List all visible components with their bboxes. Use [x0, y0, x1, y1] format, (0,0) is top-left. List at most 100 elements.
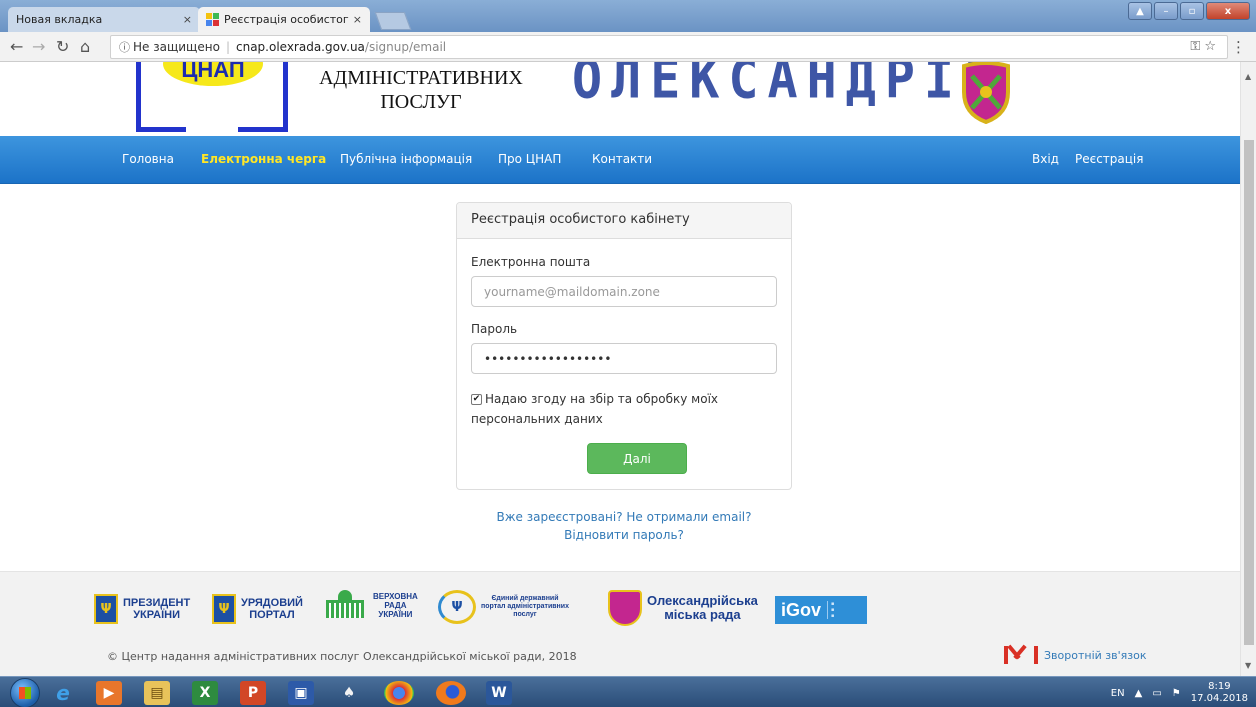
- tab-close-icon[interactable]: ×: [353, 13, 362, 26]
- page-scrollbar[interactable]: ▲ ▼: [1240, 62, 1256, 676]
- city-lettering: ОЛЕКСАНДРІЯ: [572, 62, 1003, 111]
- email-field[interactable]: [471, 276, 777, 307]
- partner-portal[interactable]: Ψ Єдиний державний портал адміністративн…: [438, 590, 569, 624]
- new-tab-button[interactable]: [374, 12, 412, 30]
- excel-icon[interactable]: X: [192, 681, 218, 705]
- nav-public-info[interactable]: Публічна інформація: [340, 152, 472, 166]
- parliament-icon: [322, 590, 368, 620]
- site-header: ЦНАП АДМІНІСТРАТИВНИХ ПОСЛУГ ОЛЕКСАНДРІЯ: [0, 62, 1240, 136]
- tab-new[interactable]: Новая вкладка ×: [8, 7, 200, 32]
- partner-city-text: Олександрійська міська рада: [647, 594, 758, 622]
- cnap-logo[interactable]: ЦНАП: [136, 62, 288, 132]
- partner-government-text: УРЯДОВИЙ ПОРТАЛ: [241, 597, 303, 621]
- partner-president-line2: УКРАЇНИ: [133, 609, 180, 621]
- browser-titlebar: Новая вкладка × Реєстрація особистого × …: [0, 0, 1256, 32]
- minimize-button[interactable]: –: [1154, 2, 1178, 20]
- nav-register[interactable]: Реєстрація: [1075, 152, 1143, 166]
- key-star-icons[interactable]: ⚿ ☆: [1190, 39, 1216, 54]
- signup-panel: Реєстрація особистого кабінету Електронн…: [456, 202, 792, 490]
- password-label: Пароль: [471, 322, 518, 336]
- partner-president-line1: ПРЕЗИДЕНТ: [123, 597, 191, 609]
- partner-president[interactable]: Ψ ПРЕЗИДЕНТ УКРАЇНИ: [94, 594, 190, 624]
- feedback-link[interactable]: Зворотній зв'язок: [1004, 644, 1146, 664]
- igov-logo: iGov ▪ ▪ ▪: [775, 596, 867, 624]
- language-indicator[interactable]: EN: [1111, 688, 1125, 699]
- coat-of-arms-icon: [962, 62, 1010, 124]
- header-subtitle-line1: АДМІНІСТРАТИВНИХ: [319, 67, 523, 89]
- main-nav: Головна Електронна черга Публічна інформ…: [0, 136, 1240, 184]
- address-path: /signup/email: [364, 40, 447, 54]
- nav-login[interactable]: Вхід: [1032, 152, 1059, 166]
- menu-icon[interactable]: ⋮: [1231, 38, 1246, 56]
- tray-expand-icon[interactable]: ▲: [1135, 688, 1143, 699]
- consent-checkbox[interactable]: ✔: [471, 394, 482, 405]
- flag-icon[interactable]: ⚑: [1172, 688, 1181, 699]
- home-icon[interactable]: ⌂: [80, 37, 90, 56]
- chrome-icon[interactable]: [384, 681, 414, 705]
- nav-queue[interactable]: Електронна черга: [201, 152, 326, 166]
- scroll-down-icon[interactable]: ▼: [1245, 661, 1251, 670]
- partner-rada-line3: УКРАЇНИ: [378, 609, 413, 619]
- logo-gap: [186, 127, 238, 132]
- firefox-icon[interactable]: [436, 681, 466, 705]
- email-label: Електронна пошта: [471, 255, 591, 269]
- partner-government-line1: УРЯДОВИЙ: [241, 597, 303, 609]
- partner-rada-text: ВЕРХОВНА РАДА УКРАЇНИ: [373, 592, 418, 619]
- partner-city[interactable]: Олександрійська міська рада: [608, 590, 758, 626]
- resend-email-link[interactable]: Вже зареєстровані? Не отримали email?: [456, 508, 792, 526]
- partner-igov[interactable]: iGov ▪ ▪ ▪: [775, 596, 867, 624]
- ie-icon[interactable]: e: [50, 681, 76, 705]
- partner-rada-line2: РАДА: [384, 600, 407, 610]
- media-player-icon[interactable]: ▶: [96, 681, 122, 705]
- consent-text: Надаю згоду на збір та обробку моїх перс…: [471, 392, 718, 426]
- solitaire-icon[interactable]: ♠: [336, 681, 362, 705]
- clock-time: 8:19: [1208, 681, 1231, 692]
- clock-date: 17.04.2018: [1190, 693, 1248, 704]
- save-icon[interactable]: ▣: [288, 681, 314, 705]
- explorer-icon[interactable]: ▤: [144, 681, 170, 705]
- address-separator: |: [225, 40, 230, 54]
- scroll-up-icon[interactable]: ▲: [1245, 72, 1251, 81]
- tab-close-icon[interactable]: ×: [183, 13, 192, 26]
- site-footer: Ψ ПРЕЗИДЕНТ УКРАЇНИ Ψ УРЯДОВИЙ ПОРТАЛ ВЕ…: [0, 571, 1240, 676]
- trident-icon: Ψ: [212, 594, 236, 624]
- powerpoint-icon[interactable]: P: [240, 681, 266, 705]
- copyright-text: © Центр надання адміністративних послуг …: [107, 650, 577, 663]
- reload-icon[interactable]: ↻: [56, 37, 69, 56]
- browser-toolbar: ← → ↻ ⌂ ⓘ Не защищено | cnap.olexrada.go…: [0, 32, 1256, 62]
- partner-rada[interactable]: ВЕРХОВНА РАДА УКРАЇНИ: [322, 590, 418, 620]
- scroll-thumb[interactable]: [1244, 140, 1254, 645]
- user-icon[interactable]: ▲: [1128, 2, 1152, 20]
- password-field[interactable]: ••••••••••••••••••: [471, 343, 777, 374]
- info-icon[interactable]: ⓘ: [119, 39, 130, 55]
- word-icon[interactable]: W: [486, 681, 512, 705]
- maximize-button[interactable]: ▫: [1180, 2, 1204, 20]
- windows-taskbar: e ▶ ▤ X P ▣ ♠ W EN ▲ ▭ ⚑ 8:19 17.04.2018: [0, 676, 1256, 707]
- partner-city-line2: міська рада: [664, 607, 741, 622]
- start-button[interactable]: [10, 678, 40, 707]
- restore-password-link[interactable]: Відновити пароль?: [456, 526, 792, 544]
- nav-about[interactable]: Про ЦНАП: [498, 152, 561, 166]
- security-label: Не защищено: [133, 40, 220, 54]
- igov-tagline: ▪ ▪ ▪: [827, 601, 834, 619]
- igov-text: iGov: [781, 599, 822, 620]
- forward-icon[interactable]: →: [32, 37, 45, 56]
- next-button[interactable]: Далі: [587, 443, 687, 474]
- tab-title: Новая вкладка: [16, 13, 103, 26]
- panel-title: Реєстрація особистого кабінету: [457, 203, 791, 239]
- nav-home[interactable]: Головна: [122, 152, 174, 166]
- city-coat-icon: [608, 590, 642, 626]
- close-window-button[interactable]: x: [1206, 2, 1250, 20]
- partner-government[interactable]: Ψ УРЯДОВИЙ ПОРТАЛ: [212, 594, 303, 624]
- logo-text: ЦНАП: [181, 62, 245, 82]
- tab-registration[interactable]: Реєстрація особистого ×: [198, 7, 370, 32]
- partner-portal-line3: послуг: [513, 611, 537, 618]
- address-bar[interactable]: ⓘ Не защищено | cnap.olexrada.gov.ua /si…: [110, 35, 1228, 59]
- partner-rada-line1: ВЕРХОВНА: [373, 591, 418, 601]
- nav-contacts[interactable]: Контакти: [592, 152, 652, 166]
- clock[interactable]: 8:19 17.04.2018: [1191, 681, 1248, 705]
- back-icon[interactable]: ←: [10, 37, 23, 56]
- network-icon[interactable]: ▭: [1152, 688, 1161, 699]
- partner-government-line2: ПОРТАЛ: [249, 609, 295, 621]
- gmail-icon: [1004, 644, 1038, 664]
